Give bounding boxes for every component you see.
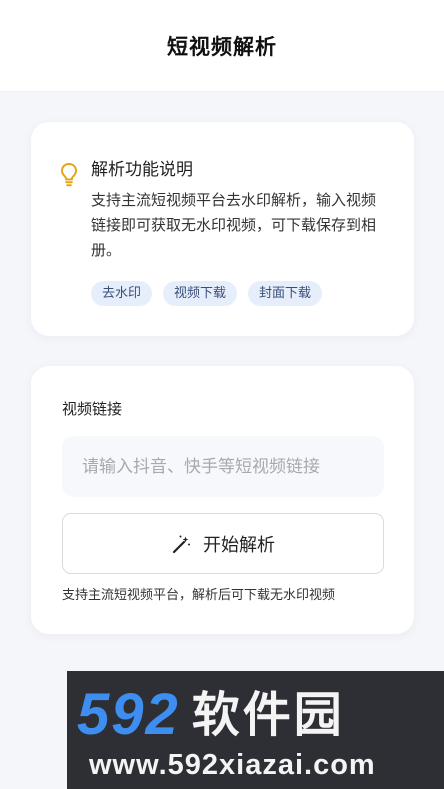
video-link-label: 视频链接 <box>62 400 123 418</box>
page: 短视频解析 解析功能说明 支持主流短视频平台去水印解析，输入视频链接即可获取无水… <box>0 0 444 789</box>
watermark-logo: 592 软件园 <box>77 685 345 745</box>
info-title: 解析功能说明 <box>91 160 193 180</box>
lightbulb-icon <box>60 162 78 187</box>
info-description: 支持主流短视频平台去水印解析，输入视频链接即可获取无水印视频，可下载保存到相册。 <box>91 191 377 259</box>
tag-video-download: 视频下载 <box>163 281 238 306</box>
video-link-input[interactable] <box>62 436 384 497</box>
watermark-digits: 592 <box>77 682 180 747</box>
watermark-brand-text: 软件园 <box>191 687 345 743</box>
platform-hint: 支持主流短视频平台，解析后可下载无水印视频 <box>62 588 336 603</box>
watermark-url: www.592xiazai.com <box>89 749 376 781</box>
app-header: 短视频解析 <box>0 0 444 92</box>
parse-card: 视频链接 开始解析 支持主流短视频平台，解析后可下载无水印视频 <box>31 366 414 634</box>
magic-wand-icon <box>172 535 190 553</box>
info-card: 解析功能说明 支持主流短视频平台去水印解析，输入视频链接即可获取无水印视频，可下… <box>31 122 414 336</box>
page-title: 短视频解析 <box>167 34 277 59</box>
start-parse-label: 开始解析 <box>203 534 275 556</box>
feature-tags: 去水印 视频下载 封面下载 <box>91 281 323 306</box>
tag-cover-download: 封面下载 <box>248 281 323 306</box>
tag-watermark-removal: 去水印 <box>91 281 153 306</box>
start-parse-button[interactable]: 开始解析 <box>62 513 384 574</box>
site-watermark: 592 软件园 www.592xiazai.com <box>67 671 444 789</box>
